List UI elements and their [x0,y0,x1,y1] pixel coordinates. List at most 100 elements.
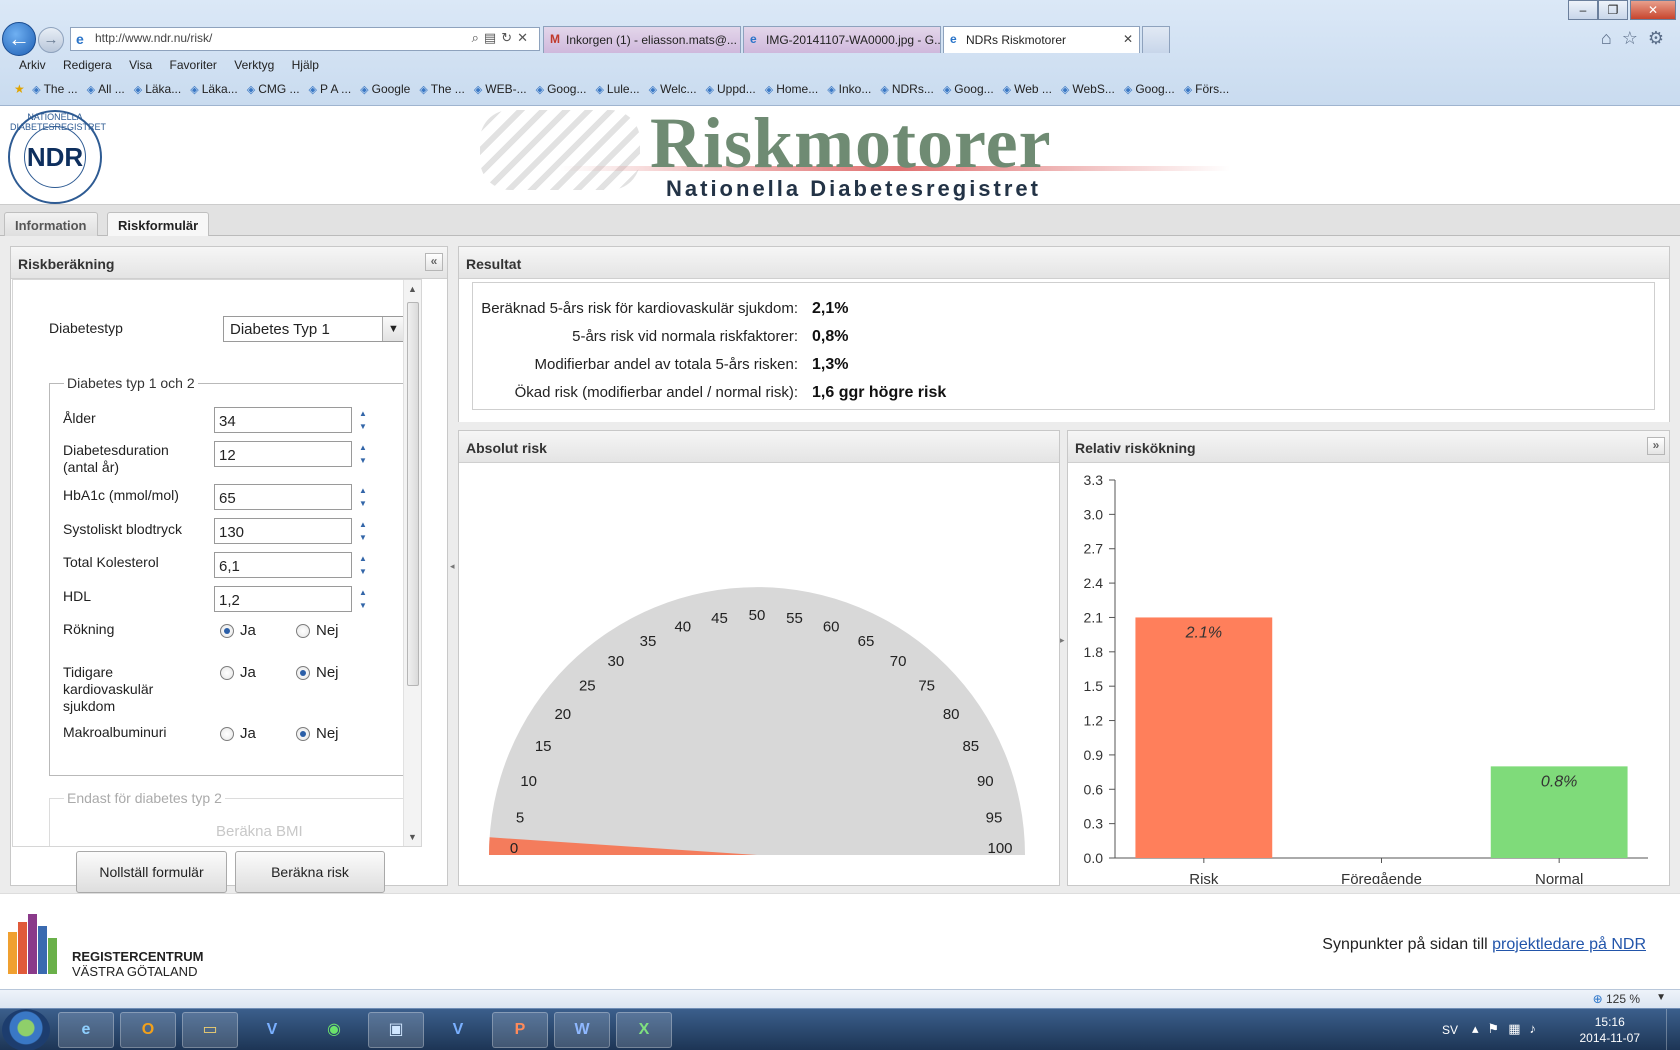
systoliskt-input[interactable]: 130 ▲ ▼ [214,518,367,544]
refresh-icon[interactable]: ↻ [501,30,517,45]
search-icon[interactable]: ⌕ [472,30,484,45]
tab-information[interactable]: Information [4,212,98,237]
duration-input[interactable]: 12 ▲ ▼ [214,441,367,467]
hba1c-input[interactable]: 65 ▲ ▼ [214,484,367,510]
spin-up-icon[interactable]: ▲ [353,587,373,600]
minimize-button[interactable]: – [1568,0,1598,20]
favorite-item[interactable]: ◈ Läka... [134,82,182,96]
form-scrollbar[interactable]: ▲ ▼ [403,280,421,846]
taskbar-explorer-icon[interactable]: ▭ [182,1012,238,1048]
favorite-item[interactable]: ◈ WebS... [1061,82,1115,96]
tidigare-ja-radio[interactable] [220,666,234,680]
spin-up-icon[interactable]: ▲ [353,442,373,455]
taskbar-powerpoint-icon[interactable]: P [492,1012,548,1048]
kolesterol-stepper[interactable]: ▲ ▼ [353,553,373,579]
browser-tab-inbox[interactable]: M Inkorgen (1) - eliasson.mats@... [543,26,741,53]
favorites-star-icon[interactable]: ★ [14,82,25,96]
chevron-down-icon[interactable]: ▼ [382,317,404,341]
favorite-item[interactable]: ◈ Web ... [1003,82,1052,96]
favorite-item[interactable]: ◈ Inko... [827,82,871,96]
address-bar[interactable]: e http://www.ndr.nu/risk/ ⌕▤↻✕ [70,27,540,51]
rokning-nej-radio[interactable] [296,624,310,638]
spin-down-icon[interactable]: ▼ [353,421,373,434]
close-tab-icon[interactable]: ✕ [1123,32,1133,46]
favorite-item[interactable]: ◈ The ... [32,82,77,96]
diabetestyp-select[interactable]: Diabetes Typ 1 ▼ [223,316,405,342]
panel-splitter[interactable]: ◂ [448,236,458,893]
scroll-down-icon[interactable]: ▼ [408,832,417,842]
feedback-link[interactable]: projektledare på NDR [1492,936,1646,953]
taskbar-spotify-icon[interactable]: ◉ [306,1012,362,1048]
menu-hjalp[interactable]: Hjälp [292,58,319,72]
flag-icon[interactable]: ⚑ [1488,1021,1509,1036]
taskbar-outlook-icon[interactable]: O [120,1012,176,1048]
spin-up-icon[interactable]: ▲ [353,485,373,498]
taskbar-vgs-icon[interactable]: V [244,1012,300,1048]
taskbar-ie-icon[interactable]: e [58,1012,114,1048]
favorite-item[interactable]: ◈ Home... [765,82,818,96]
menu-favoriter[interactable]: Favoriter [170,58,217,72]
hdl-stepper[interactable]: ▲ ▼ [353,587,373,613]
favorite-item[interactable]: ◈ Goog... [536,82,587,96]
favorite-item[interactable]: ◈ WEB-... [474,82,527,96]
hba1c-stepper[interactable]: ▲ ▼ [353,485,373,511]
favorite-item[interactable]: ◈ All ... [87,82,125,96]
spin-up-icon[interactable]: ▲ [353,519,373,532]
address-tools[interactable]: ⌕▤↻✕ [472,30,533,46]
favorite-item[interactable]: ◈ Welc... [649,82,697,96]
taskbar-vgs2-icon[interactable]: V [430,1012,486,1048]
form-scroll-area[interactable]: Diabetestyp Diabetes Typ 1 ▼ Diabetes ty… [12,279,422,847]
clock[interactable]: 15:16 2014-11-07 [1580,1014,1641,1046]
spin-down-icon[interactable]: ▼ [353,600,373,613]
zoom-control[interactable]: ⊕ 125 % [1593,992,1640,1006]
reset-form-button[interactable]: Nollställ formulär [76,851,227,893]
makro-ja-radio[interactable] [220,727,234,741]
favorite-item[interactable]: ◈ The ... [419,82,464,96]
menu-visa[interactable]: Visa [129,58,152,72]
makro-nej-radio[interactable] [296,727,310,741]
tab-riskformular[interactable]: Riskformulär [107,212,210,237]
scroll-thumb[interactable] [407,302,419,686]
rokning-ja-radio[interactable] [220,624,234,638]
favorite-item[interactable]: ◈ Goog... [943,82,994,96]
stop-icon[interactable]: ✕ [517,30,533,45]
menu-verktyg[interactable]: Verktyg [234,58,274,72]
browser-tab-ndr[interactable]: e NDRs Riskmotorer ✕ [943,26,1140,53]
maximize-button[interactable]: ❐ [1598,0,1628,20]
forward-button[interactable]: → [38,27,64,53]
favorite-item[interactable]: ◈ Google [360,82,410,96]
menu-redigera[interactable]: Redigera [63,58,112,72]
spin-down-icon[interactable]: ▼ [353,498,373,511]
hdl-input[interactable]: 1,2 ▲ ▼ [214,586,367,612]
favorite-item[interactable]: ◈ Goog... [1124,82,1175,96]
registercentrum-logo[interactable] [8,914,63,974]
bmi-link[interactable]: Beräkna BMI [216,823,303,840]
favorite-item[interactable]: ◈ Läka... [190,82,238,96]
new-tab-button[interactable] [1142,26,1170,53]
taskbar-word-icon[interactable]: W [554,1012,610,1048]
favorite-item[interactable]: ◈ Förs... [1184,82,1229,96]
start-button[interactable] [2,1009,50,1050]
language-indicator[interactable]: SV [1442,1023,1458,1037]
ndr-logo[interactable]: NATIONELLA DIABETESREGISTRET NDR [8,110,106,204]
kolesterol-input[interactable]: 6,1 ▲ ▼ [214,552,367,578]
duration-stepper[interactable]: ▲ ▼ [353,442,373,468]
tidigare-nej-radio[interactable] [296,666,310,680]
menu-arkiv[interactable]: Arkiv [19,58,46,72]
alder-input[interactable]: 34 ▲ ▼ [214,407,367,433]
show-desktop-button[interactable] [1666,1009,1680,1050]
spin-down-icon[interactable]: ▼ [353,566,373,579]
favorite-item[interactable]: ◈ Lule... [595,82,639,96]
browser-tab-image[interactable]: e IMG-20141107-WA0000.jpg - G... [743,26,941,53]
volume-icon[interactable]: ♪ [1529,1021,1545,1036]
tray-arrow-icon[interactable]: ▴ [1472,1021,1488,1036]
favorite-item[interactable]: ◈ P A ... [309,82,352,96]
collapse-left-button[interactable]: « [425,253,443,271]
favorite-item[interactable]: ◈ NDRs... [880,82,933,96]
expand-right-button[interactable]: » [1647,437,1665,455]
taskbar-app-icon[interactable]: ▣ [368,1012,424,1048]
calculate-risk-button[interactable]: Beräkna risk [235,851,385,893]
star-icon[interactable]: ☆ [1622,28,1648,48]
favorite-item[interactable]: ◈ Uppd... [706,82,756,96]
spin-up-icon[interactable]: ▲ [353,408,373,421]
